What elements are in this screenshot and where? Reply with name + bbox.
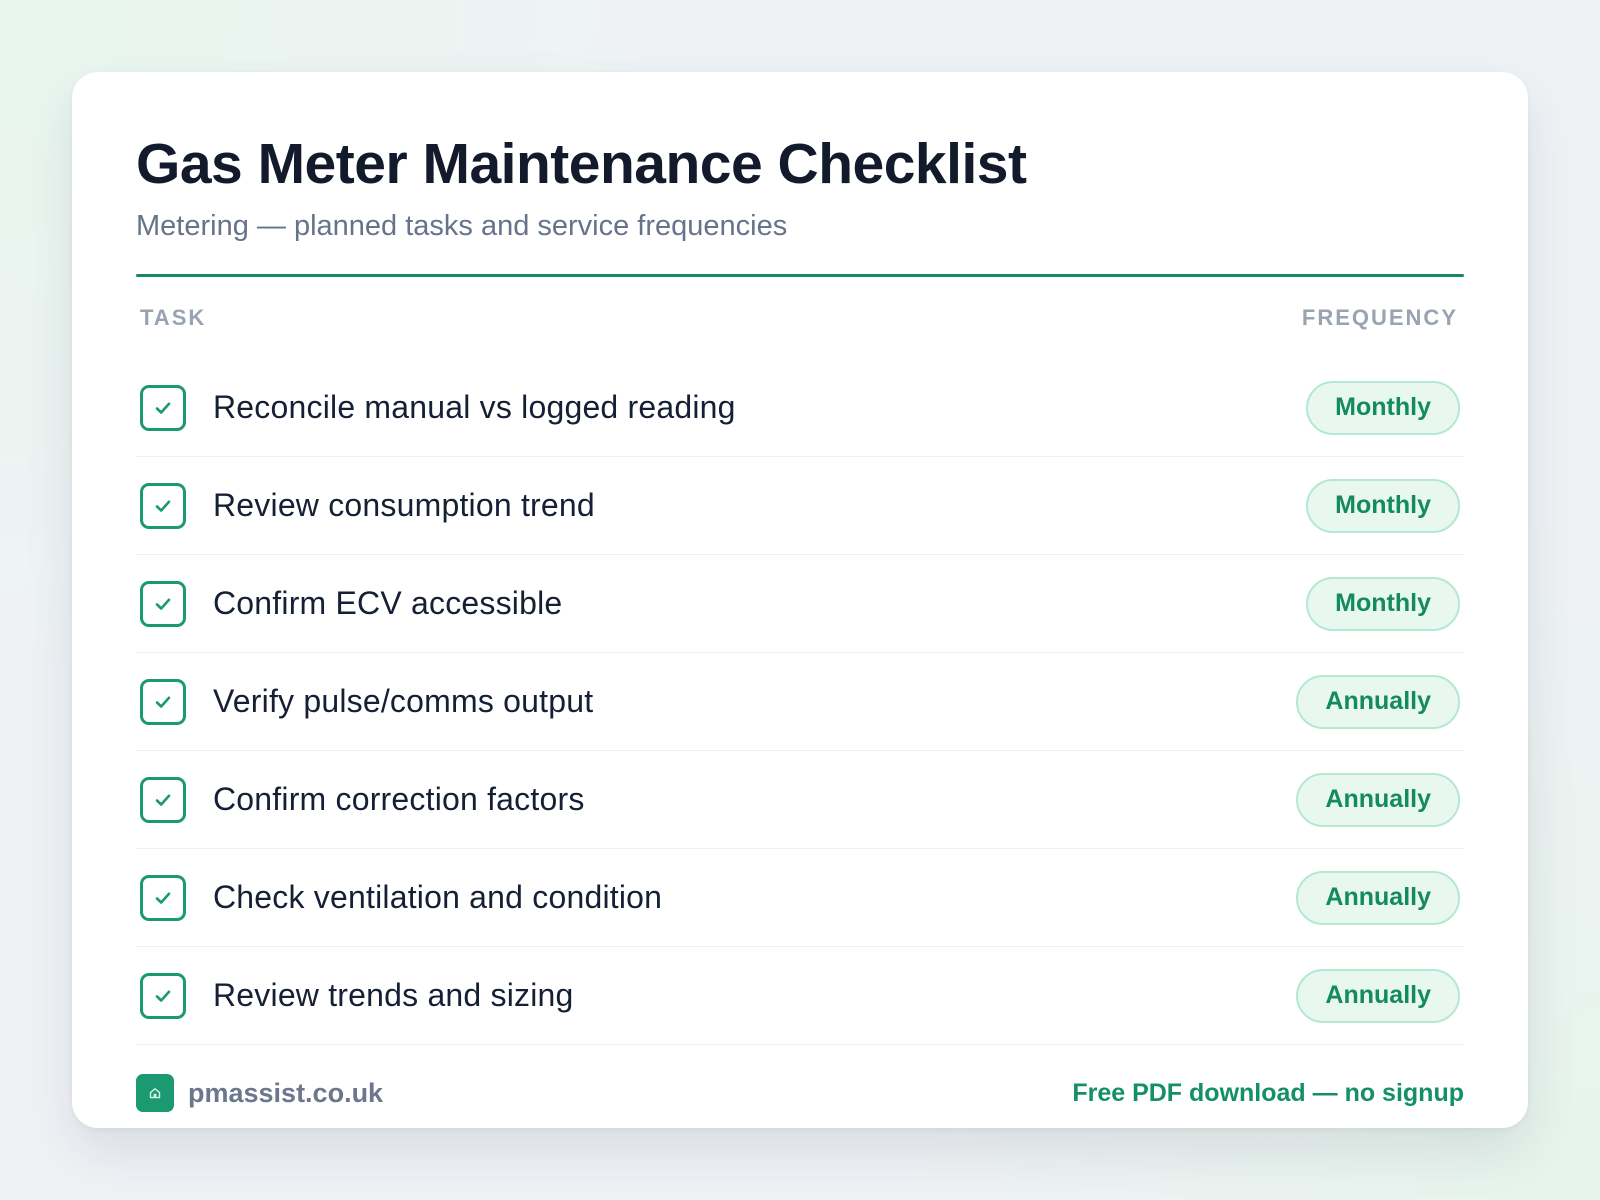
column-header-task: TASK xyxy=(140,305,207,330)
task-list: Reconcile manual vs logged reading Month… xyxy=(136,359,1464,1045)
task-row: Review consumption trend Monthly xyxy=(136,457,1464,555)
task-checkbox[interactable] xyxy=(140,384,186,431)
frequency-badge: Monthly xyxy=(1306,380,1460,435)
footer: pmassist.co.uk Free PDF download — no si… xyxy=(136,1045,1464,1141)
brand[interactable]: pmassist.co.uk xyxy=(136,1074,383,1112)
task-row: Confirm correction factors Annually xyxy=(136,751,1464,849)
checkmark-icon xyxy=(155,794,171,806)
task-checkbox[interactable] xyxy=(140,972,186,1019)
frequency-badge: Annually xyxy=(1296,674,1460,729)
task-label: Review consumption trend xyxy=(213,487,595,523)
task-row: Verify pulse/comms output Annually xyxy=(136,653,1464,751)
checkmark-icon xyxy=(155,990,171,1002)
column-header-frequency: FREQUENCY xyxy=(1301,305,1458,330)
task-label: Confirm correction factors xyxy=(213,781,585,817)
task-label: Verify pulse/comms output xyxy=(213,683,594,719)
checkmark-icon xyxy=(155,500,171,512)
frequency-badge: Annually xyxy=(1296,968,1460,1023)
checkmark-icon xyxy=(155,598,171,610)
column-headers: TASK FREQUENCY xyxy=(136,277,1464,359)
task-checkbox[interactable] xyxy=(140,776,186,823)
page-subtitle: Metering — planned tasks and service fre… xyxy=(136,210,788,242)
task-row: Confirm ECV accessible Monthly xyxy=(136,555,1464,653)
house-icon xyxy=(136,1074,174,1112)
checkmark-icon xyxy=(155,402,171,414)
frequency-badge: Monthly xyxy=(1306,576,1460,631)
frequency-badge: Monthly xyxy=(1306,478,1460,533)
task-checkbox[interactable] xyxy=(140,580,186,627)
download-link[interactable]: Free PDF download — no signup xyxy=(1072,1079,1464,1108)
checklist-card: Gas Meter Maintenance Checklist Metering… xyxy=(72,72,1528,1128)
task-row: Check ventilation and condition Annually xyxy=(136,849,1464,947)
task-label: Review trends and sizing xyxy=(213,977,574,1013)
task-label: Check ventilation and condition xyxy=(213,879,663,915)
frequency-badge: Annually xyxy=(1296,772,1460,827)
checkmark-icon xyxy=(155,696,171,708)
task-checkbox[interactable] xyxy=(140,874,186,921)
task-checkbox[interactable] xyxy=(140,482,186,529)
task-row: Review trends and sizing Annually xyxy=(136,947,1464,1045)
task-label: Reconcile manual vs logged reading xyxy=(213,389,736,425)
task-label: Confirm ECV accessible xyxy=(213,585,563,621)
checkmark-icon xyxy=(155,892,171,904)
frequency-badge: Annually xyxy=(1296,870,1460,925)
brand-name: pmassist.co.uk xyxy=(188,1077,384,1108)
page-title: Gas Meter Maintenance Checklist xyxy=(136,132,1027,196)
task-checkbox[interactable] xyxy=(140,678,186,725)
task-row: Reconcile manual vs logged reading Month… xyxy=(136,359,1464,457)
